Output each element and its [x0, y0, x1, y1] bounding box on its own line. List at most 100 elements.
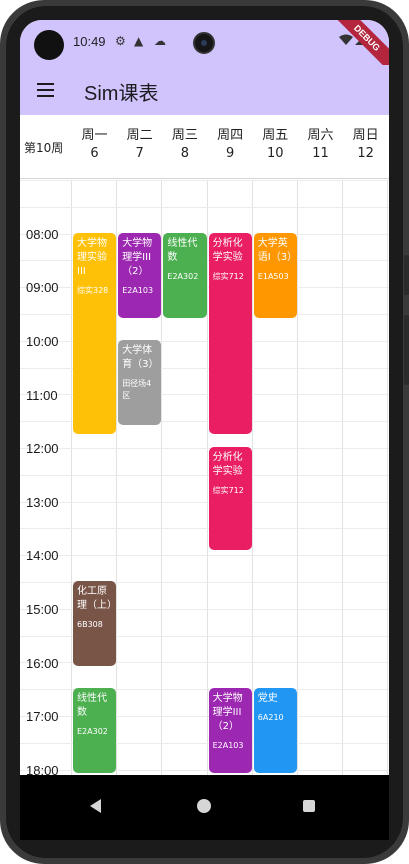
grid-row-line: [20, 448, 389, 449]
course-card[interactable]: 大学物理学III（2） E2A103: [208, 688, 252, 774]
recent-apps-icon[interactable]: [303, 800, 315, 812]
day-header-3: 周三 8: [162, 127, 207, 163]
hour-label: 08:00: [26, 226, 59, 242]
course-room: 综实712: [212, 486, 244, 496]
home-icon[interactable]: [197, 799, 211, 813]
course-room: 6B308: [77, 620, 103, 630]
day-date: 10: [267, 146, 284, 161]
grid-row-line: [20, 206, 389, 208]
timetable-grid: 08:00 09:00 10:00 11:00 12:00 13:00 14:00 15:00…: [20, 180, 389, 795]
course-name: 大学物理学III（2）: [212, 693, 243, 733]
hour-label: 09:00: [26, 280, 59, 296]
hour-label: 15:00: [26, 602, 59, 617]
menu-icon[interactable]: [36, 80, 56, 100]
day-date: 9: [225, 146, 235, 161]
day-date: 12: [357, 146, 374, 161]
status-time: 10:49: [73, 34, 106, 49]
course-name: 党史: [257, 693, 278, 705]
grid-column-line: [116, 180, 118, 795]
course-card[interactable]: 分析化学实验综实712: [208, 232, 252, 434]
course-name: 大学体育（3）: [122, 345, 159, 370]
cloud-icon: ☁: [154, 34, 166, 48]
course-room: 综实712: [212, 271, 244, 281]
course-name: 大学物理实验III: [77, 237, 107, 277]
status-bar: 10:49 ⚙ ▲ ☁ DEBUG: [20, 20, 389, 80]
course-name: 分析化学实验: [212, 237, 243, 263]
course-room: E2A302: [77, 727, 108, 737]
course-card[interactable]: 分析化学实验综实712: [208, 447, 252, 550]
hour-label: 14:00: [26, 548, 59, 564]
power-button: [404, 315, 409, 385]
course-name: 分析化学实验: [212, 452, 243, 478]
day-header-5: 周五 10: [253, 127, 298, 163]
day-name: 周日: [352, 128, 379, 143]
grid-column-line: [71, 180, 72, 795]
app-bar: Sim课表: [20, 65, 389, 115]
grid-row-line: [20, 501, 389, 503]
course-card[interactable]: 线性代数 E2A302: [73, 688, 117, 774]
grid-row-line: [20, 180, 389, 181]
hour-label: 16:00: [26, 655, 59, 671]
course-room: E1A503: [257, 271, 289, 281]
grid-column-line: [161, 180, 163, 795]
course-card[interactable]: 党史 6A210: [253, 688, 297, 774]
course-room: 综实328: [77, 285, 109, 295]
course-name: 大学英语I（3）: [257, 237, 297, 263]
course-room: E2A103: [212, 741, 244, 751]
course-name: 线性代数: [77, 693, 107, 719]
screen: 10:49 ⚙ ▲ ☁ DEBUG Sim课表 第10周 周一 6 周二 7 周三 8 周四…: [20, 20, 389, 840]
app-title: Sim课表: [84, 83, 159, 105]
hour-label: 17:00: [26, 709, 59, 725]
camera-cutout: [34, 30, 64, 60]
course-name: 化工原理（上）: [77, 586, 117, 612]
grid-row-line: [20, 528, 389, 530]
volume-button: [404, 255, 409, 295]
course-room: E2A302: [167, 271, 199, 281]
day-name: 周四: [217, 128, 244, 143]
hour-label: 13:00: [26, 494, 59, 510]
course-card[interactable]: 化工原理（上） 6B308: [73, 581, 117, 667]
grid-column-line: [342, 180, 344, 795]
hour-label: 12:00: [26, 441, 59, 457]
wifi-icon: [339, 34, 353, 45]
settings-icon: ⚙: [115, 34, 126, 48]
course-card[interactable]: 线性代数 E2A302: [163, 232, 207, 318]
day-header-1: 周一 6: [72, 127, 117, 163]
day-date: 6: [90, 146, 99, 161]
day-name: 周三: [171, 128, 198, 143]
day-header-2: 周二 7: [117, 127, 162, 163]
day-date: 8: [180, 146, 190, 161]
grid-column-line: [297, 180, 298, 795]
course-name: 大学物理学III（2）: [122, 237, 153, 277]
day-date: 11: [312, 146, 329, 161]
grid-row-line: [20, 474, 389, 476]
day-name: 周一: [81, 128, 108, 143]
course-name: 线性代数: [167, 237, 198, 263]
warning-icon: ▲: [134, 34, 144, 48]
course-room: E2A103: [122, 285, 154, 295]
grid-column-line: [206, 180, 208, 795]
day-name: 周六: [307, 128, 334, 143]
day-name: 周二: [126, 128, 153, 143]
hour-label: 11:00: [26, 387, 58, 403]
course-card[interactable]: 大学物理学III（2） E2A103: [118, 232, 162, 318]
day-header-7: 周日 12: [343, 127, 388, 163]
grid-column-line: [387, 180, 389, 795]
course-room: 6A210: [257, 713, 284, 723]
week-label[interactable]: 第10周: [24, 139, 63, 156]
navigation-bar: [20, 775, 389, 840]
week-header: 第10周 周一 6 周二 7 周三 8 周四 9 周五 10 周六 11 周日 12: [20, 115, 389, 179]
day-name: 周五: [262, 128, 289, 143]
course-room: 田径场4区: [122, 379, 152, 400]
course-card[interactable]: 大学体育（3） 田径场4区: [118, 340, 162, 425]
day-date: 7: [135, 146, 144, 161]
day-header-4: 周四 9: [208, 127, 253, 163]
course-card[interactable]: 大学物理实验III 综实328: [73, 232, 117, 434]
day-header-6: 周六 11: [298, 127, 343, 163]
course-card[interactable]: 大学英语I（3） E1A503: [253, 232, 297, 318]
grid-column-line: [251, 180, 253, 795]
back-icon[interactable]: [90, 799, 101, 813]
grid-row-line: [20, 555, 389, 557]
front-camera: [193, 32, 215, 54]
hour-label: 10:00: [26, 334, 59, 349]
